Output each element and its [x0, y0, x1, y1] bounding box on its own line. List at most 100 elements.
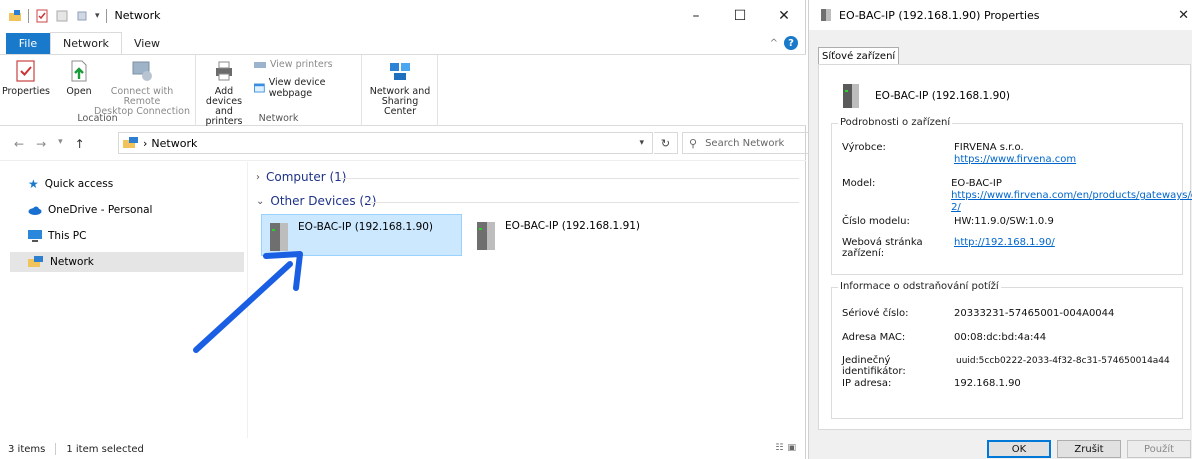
dialog-title: EO-BAC-IP (192.168.1.90) Properties	[839, 8, 1040, 22]
up-arrow-icon[interactable]: ↑	[75, 137, 85, 151]
device-details-group: Podrobnosti o zařízení Výrobce: FIRVENA …	[831, 117, 1192, 275]
device-item[interactable]: EO-BAC-IP (192.168.1.90)	[261, 214, 462, 256]
file-explorer-window: ▾ Network – ☐ ✕ File Network View ^ ? Pr…	[0, 0, 812, 459]
open-arrow-icon	[71, 60, 87, 82]
network-sharing-center-button[interactable]: Network and Sharing Center	[368, 59, 432, 117]
ribbon-group-label-location: Location	[77, 113, 118, 124]
window-controls: – ☐ ✕	[674, 0, 806, 31]
ip-value: 192.168.1.90	[954, 378, 1021, 389]
uid-value: uuid:5ccb0222-2033-4f32-8c31-574650014a4…	[956, 356, 1170, 366]
properties-button[interactable]: Properties	[2, 59, 50, 97]
webpage-row: Webová stránka zařízení: http://192.168.…	[842, 237, 1055, 259]
breadcrumb-network[interactable]: Network	[151, 137, 197, 150]
chevron-down-icon: ⌄	[256, 195, 265, 207]
quick-access-toolbar: ▾	[0, 8, 107, 23]
tab-view[interactable]: View	[122, 33, 172, 54]
title-bar: ▾ Network – ☐ ✕	[0, 0, 806, 31]
group-header-other-devices[interactable]: ⌄ Other Devices (2)	[256, 194, 376, 208]
model-link[interactable]: https://www.firvena.com/en/products/gate…	[951, 190, 1192, 214]
tab-network[interactable]: Network	[50, 32, 122, 55]
dialog-buttons: OK Zrušit Použít	[809, 440, 1192, 459]
chevron-right-icon: ›	[256, 171, 260, 183]
close-button[interactable]: ✕	[762, 0, 806, 31]
remote-desktop-button[interactable]: Connect with Remote Desktop Connection	[92, 59, 192, 117]
remote-desktop-icon	[132, 61, 152, 81]
ribbon-group-location: Properties Open Connect with Remote Desk…	[0, 55, 196, 126]
network-sharing-icon	[390, 63, 410, 80]
computer-icon	[28, 230, 42, 242]
address-row: ← → ▾ ↑ › Network ▾ ↻ ⚲	[0, 127, 812, 161]
search-box[interactable]: ⚲	[682, 132, 812, 154]
nav-item-onedrive[interactable]: OneDrive - Personal	[10, 200, 244, 220]
refresh-icon: ↻	[660, 136, 671, 150]
device-details-legend: Podrobnosti o zařízení	[838, 117, 953, 128]
status-item-count: 3 items	[8, 443, 46, 455]
ribbon-group-network: Add devices and printers View printers V…	[196, 55, 362, 127]
status-bar: 3 items 1 item selected ☷ ▣	[0, 439, 806, 459]
ribbon-right-controls: ^ ?	[770, 36, 798, 50]
group-header-computer[interactable]: › Computer (1)	[256, 170, 346, 184]
content-pane: › Computer (1) ⌄ Other Devices (2) EO-BA…	[249, 162, 806, 438]
device-item[interactable]: EO-BAC-IP (192.168.1.91)	[469, 214, 669, 256]
address-bar[interactable]: › Network ▾	[118, 132, 653, 154]
tab-network-device[interactable]: Síťové zařízení	[818, 47, 900, 65]
printer-icon	[216, 61, 232, 81]
divider	[28, 8, 29, 23]
device-small-icon	[821, 9, 831, 21]
navigation-pane: ★ Quick access OneDrive - Personal This …	[0, 162, 248, 438]
webpage-link[interactable]: http://192.168.1.90/	[954, 237, 1055, 249]
view-printers-icon	[254, 61, 266, 68]
address-dropdown-chevron-icon[interactable]: ▾	[639, 138, 644, 148]
refresh-button[interactable]: ↻	[654, 132, 678, 154]
view-printers-button[interactable]: View printers	[254, 59, 333, 70]
maximize-button[interactable]: ☐	[718, 0, 762, 31]
forward-arrow-icon[interactable]: →	[36, 137, 46, 151]
manufacturer-link[interactable]: https://www.firvena.com	[954, 154, 1076, 166]
back-arrow-icon[interactable]: ←	[14, 137, 24, 151]
model-value: EO-BAC-IP	[951, 178, 1002, 189]
manufacturer-row: Výrobce: FIRVENA s.r.o. https://www.firv…	[842, 142, 1077, 166]
mac-row: Adresa MAC: 00:08:dc:bd:4a:44	[842, 332, 1047, 343]
mac-value: 00:08:dc:bd:4a:44	[954, 332, 1047, 343]
ok-button[interactable]: OK	[987, 440, 1051, 458]
collapse-ribbon-chevron-icon[interactable]: ^	[770, 38, 778, 49]
window-title: Network	[114, 9, 161, 22]
properties-icon[interactable]	[35, 9, 49, 23]
breadcrumb-separator[interactable]: ›	[143, 137, 147, 150]
dialog-close-icon[interactable]: ✕	[1178, 8, 1189, 23]
nav-item-this-pc[interactable]: This PC	[10, 226, 244, 246]
divider	[105, 8, 107, 23]
recent-locations-chevron-icon[interactable]: ▾	[58, 137, 63, 151]
device-icon	[843, 84, 859, 108]
ribbon: Properties Open Connect with Remote Desk…	[0, 54, 806, 127]
ip-row: IP adresa: 192.168.1.90	[842, 378, 1021, 389]
network-location-icon	[123, 137, 138, 148]
minimize-button[interactable]: –	[674, 0, 718, 31]
network-folder-icon	[9, 9, 21, 21]
open-button[interactable]: Open	[64, 59, 94, 97]
customize-toolbar-chevron-icon[interactable]: ▾	[95, 11, 100, 21]
ribbon-group-sharing: Network and Sharing Center	[362, 55, 438, 126]
tab-file[interactable]: File	[6, 33, 50, 54]
view-device-webpage-button[interactable]: View device webpage	[254, 77, 361, 99]
nav-item-network[interactable]: Network	[10, 252, 244, 272]
serial-value: 20333231-57465001-004A0044	[954, 308, 1115, 319]
large-icons-view-icon[interactable]: ▣	[787, 443, 796, 453]
apply-button[interactable]: Použít	[1127, 440, 1191, 458]
new-folder-icon[interactable]	[55, 9, 69, 23]
nav-item-quick-access[interactable]: ★ Quick access	[10, 174, 244, 194]
properties-dialog: EO-BAC-IP (192.168.1.90) Properties ✕ Sí…	[808, 0, 1192, 459]
model-number-value: HW:11.9.0/SW:1.0.9	[954, 216, 1054, 227]
view-toggle: ☷ ▣	[775, 443, 796, 453]
troubleshooting-legend: Informace o odstraňování potíží	[838, 281, 1001, 292]
navigation-buttons: ← → ▾ ↑	[14, 137, 85, 151]
search-icon: ⚲	[689, 136, 698, 150]
cloud-icon	[28, 206, 42, 215]
details-view-icon[interactable]: ☷	[775, 443, 783, 453]
help-icon[interactable]: ?	[784, 36, 798, 50]
divider	[55, 443, 57, 455]
undo-icon[interactable]	[75, 9, 89, 23]
cancel-button[interactable]: Zrušit	[1057, 440, 1121, 458]
device-header: EO-BAC-IP (192.168.1.90)	[841, 83, 1010, 109]
search-input[interactable]	[705, 137, 806, 149]
